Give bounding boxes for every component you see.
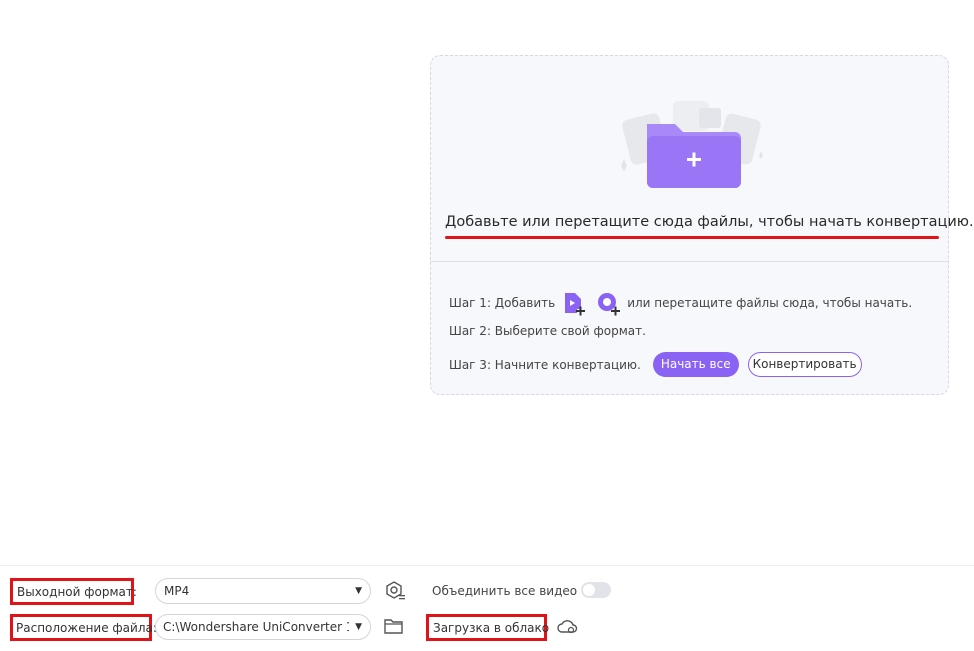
file-location-value: C:\Wondershare UniConverter 1 <box>163 620 349 634</box>
merge-all-videos-toggle[interactable] <box>581 582 611 598</box>
convert-button[interactable]: Конвертировать <box>747 352 862 377</box>
folder-icon[interactable] <box>383 615 405 637</box>
step-2: Шаг 2: Выберите свой формат. <box>449 324 646 338</box>
add-file-icon[interactable] <box>559 289 587 317</box>
step-1-prefix: Шаг 1: Добавить <box>449 296 556 310</box>
step-3-text: Шаг 3: Начните конвертацию. <box>449 357 641 372</box>
file-location-label: Расположение файла: <box>10 614 157 641</box>
file-location-select[interactable]: C:\Wondershare UniConverter 1 ▼ <box>155 614 371 640</box>
toggle-knob <box>583 584 595 596</box>
chevron-down-icon: ▼ <box>355 622 362 632</box>
highlight-underline <box>445 236 939 239</box>
start-all-button[interactable]: Начать все <box>652 352 739 377</box>
output-format-label: Выходной формат: <box>10 578 137 605</box>
cloud-icon[interactable] <box>556 615 578 637</box>
step-3: Шаг 3: Начните конвертацию. Начать все К… <box>449 352 862 377</box>
cloud-upload-label: Загрузка в облако <box>426 614 549 641</box>
output-format-value: MP4 <box>164 584 190 598</box>
output-format-select[interactable]: MP4 ▼ <box>155 578 371 604</box>
chevron-down-icon: ▼ <box>355 586 362 596</box>
step-1: Шаг 1: Добавить или перетащите файлы сюд… <box>449 289 912 317</box>
step-1-suffix: или перетащите файлы сюда, чтобы начать. <box>627 296 913 310</box>
drop-zone-title: Добавьте или перетащите сюда файлы, чтоб… <box>445 214 974 230</box>
merge-all-videos-label: Объединить все видео <box>432 584 578 598</box>
divider <box>431 261 948 262</box>
format-settings-icon[interactable] <box>384 580 406 602</box>
drop-zone[interactable]: Добавьте или перетащите сюда файлы, чтоб… <box>430 55 974 395</box>
bottom-bar-divider <box>0 565 974 566</box>
add-folder-illustration-icon[interactable] <box>611 96 771 196</box>
add-screen-record-icon[interactable] <box>595 289 623 317</box>
